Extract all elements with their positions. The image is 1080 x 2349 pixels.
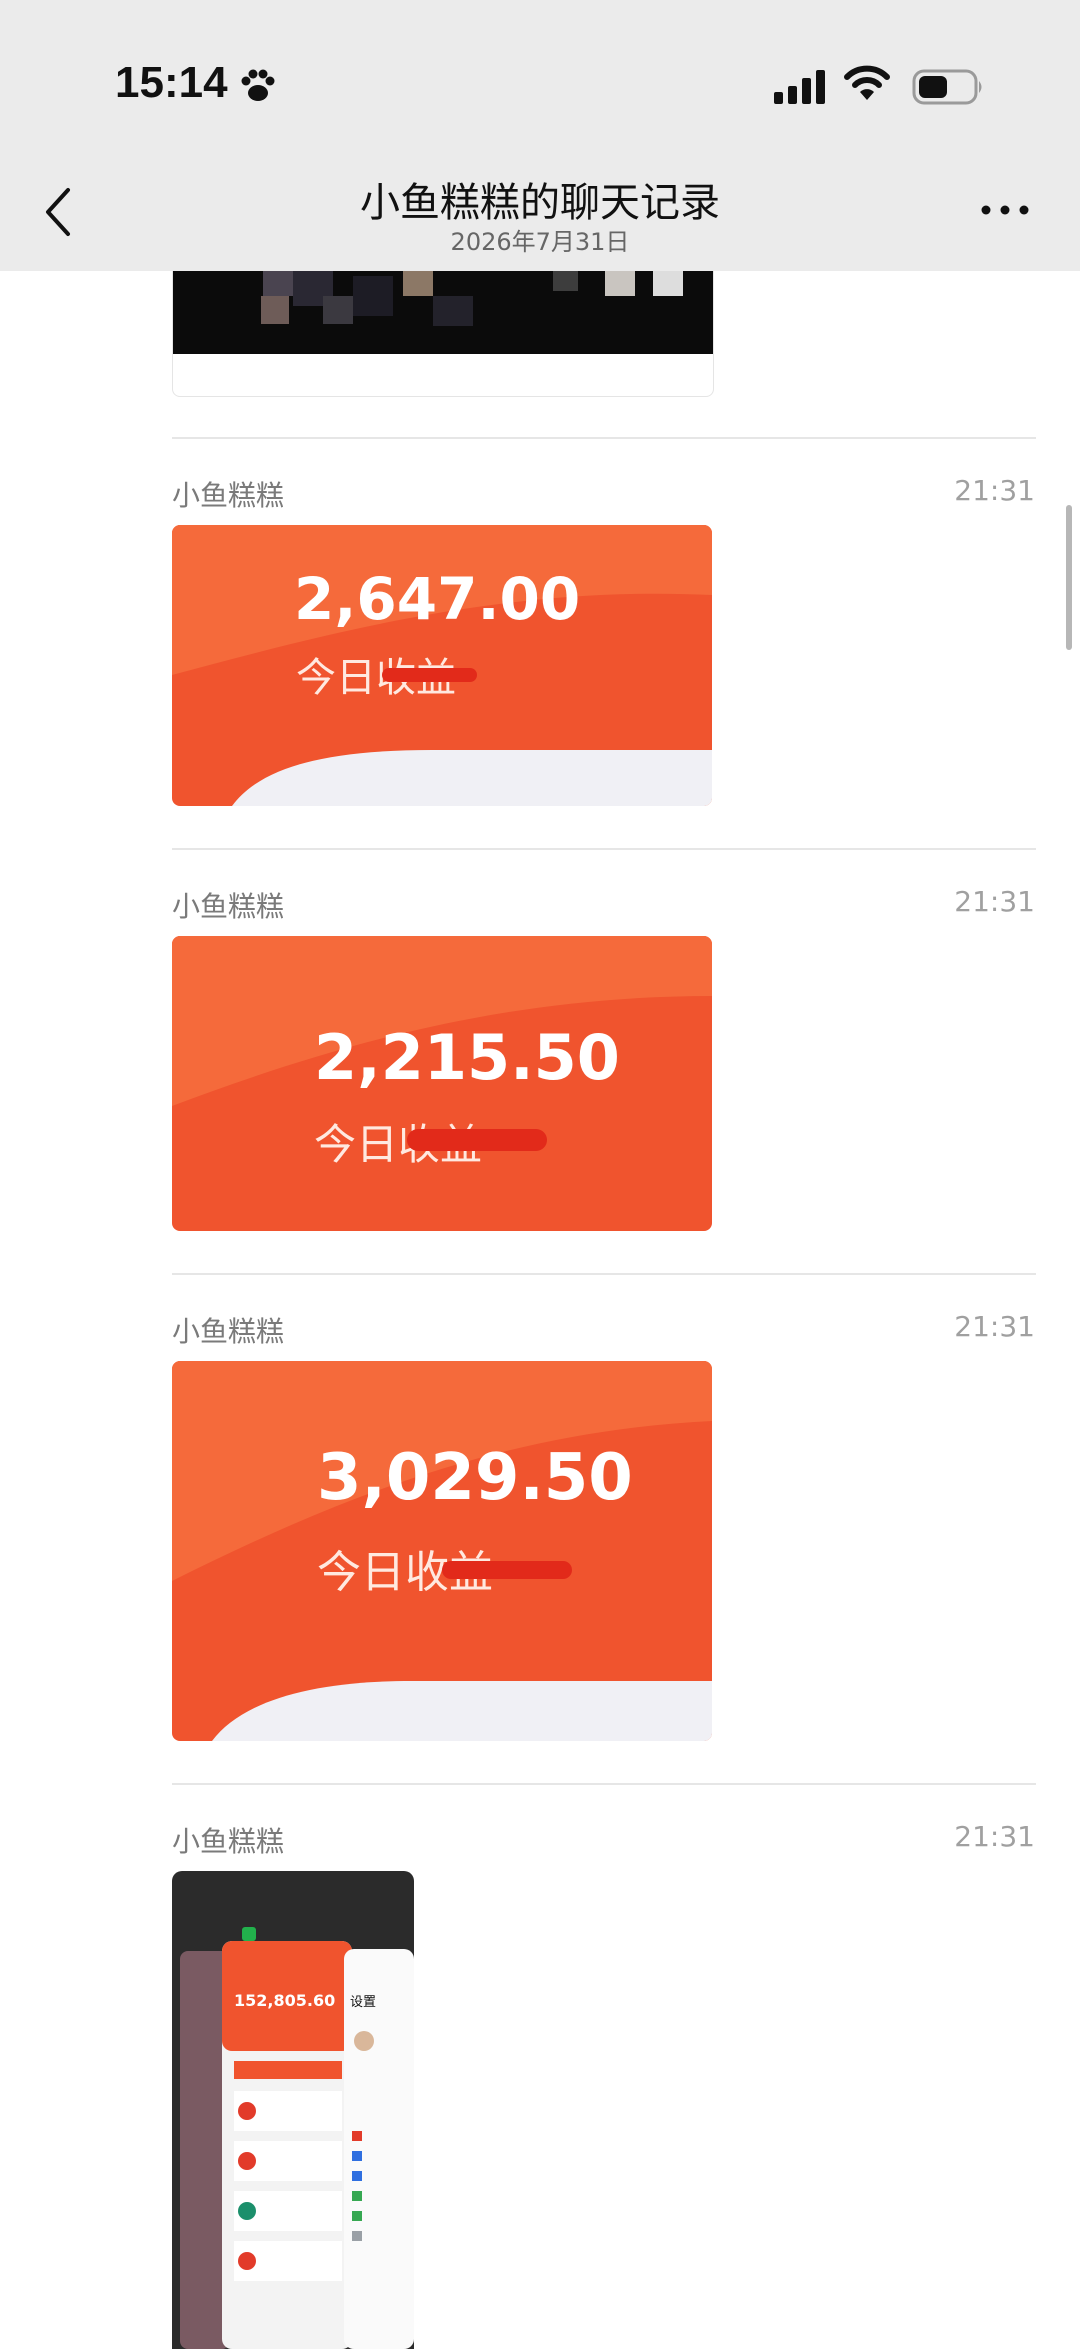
divider xyxy=(172,437,1036,439)
page-subtitle-date: 2026年7月31日 xyxy=(450,228,630,256)
chat-record-list: 小鱼糕糕 21:31 2,647.00 今日收益 小鱼糕糕 21:31 2,21… xyxy=(0,0,1080,2349)
earnings-image[interactable]: 2,215.50 今日收益 xyxy=(172,936,712,1231)
redaction-mark xyxy=(382,668,477,682)
cellular-signal-icon xyxy=(774,70,825,104)
redaction-mark xyxy=(442,1561,572,1579)
paw-icon xyxy=(241,69,275,101)
wifi-icon xyxy=(844,65,890,100)
divider xyxy=(172,1273,1036,1275)
battery-icon xyxy=(912,69,982,105)
earnings-amount: 3,029.50 xyxy=(317,1441,633,1515)
more-options-icon[interactable] xyxy=(980,200,1030,220)
sender-name: 小鱼糕糕 xyxy=(172,890,285,923)
scroll-indicator[interactable] xyxy=(1066,505,1072,650)
sender-name: 小鱼糕糕 xyxy=(172,479,285,512)
screenshot-settings-title: 设置 xyxy=(350,1995,377,2010)
earnings-amount: 2,647.00 xyxy=(294,565,581,633)
message-time: 21:31 xyxy=(954,885,1035,918)
message-time: 21:31 xyxy=(954,1820,1035,1853)
earnings-image[interactable]: 2,647.00 今日收益 xyxy=(172,525,712,806)
screenshot-balance: 152,805.60 xyxy=(234,1991,336,2010)
page-title: 小鱼糕糕的聊天记录 xyxy=(360,180,720,226)
app-switcher-screenshot[interactable]: 152,805.60 设置 xyxy=(172,1871,414,2349)
earnings-image[interactable]: 3,029.50 今日收益 xyxy=(172,1361,712,1741)
message-time: 21:31 xyxy=(954,474,1035,507)
sender-name: 小鱼糕糕 xyxy=(172,1315,285,1348)
message-time: 21:31 xyxy=(954,1310,1035,1343)
status-time: 15:14 xyxy=(115,58,228,107)
earnings-amount: 2,215.50 xyxy=(314,1021,620,1094)
divider xyxy=(172,848,1036,850)
divider xyxy=(172,1783,1036,1785)
sender-name: 小鱼糕糕 xyxy=(172,1825,285,1858)
app-switcher-image xyxy=(180,1927,414,2349)
redaction-mark xyxy=(407,1129,547,1151)
top-bar: 15:14 小鱼糕糕的聊天记录 2026年7月31日 xyxy=(0,0,1080,271)
